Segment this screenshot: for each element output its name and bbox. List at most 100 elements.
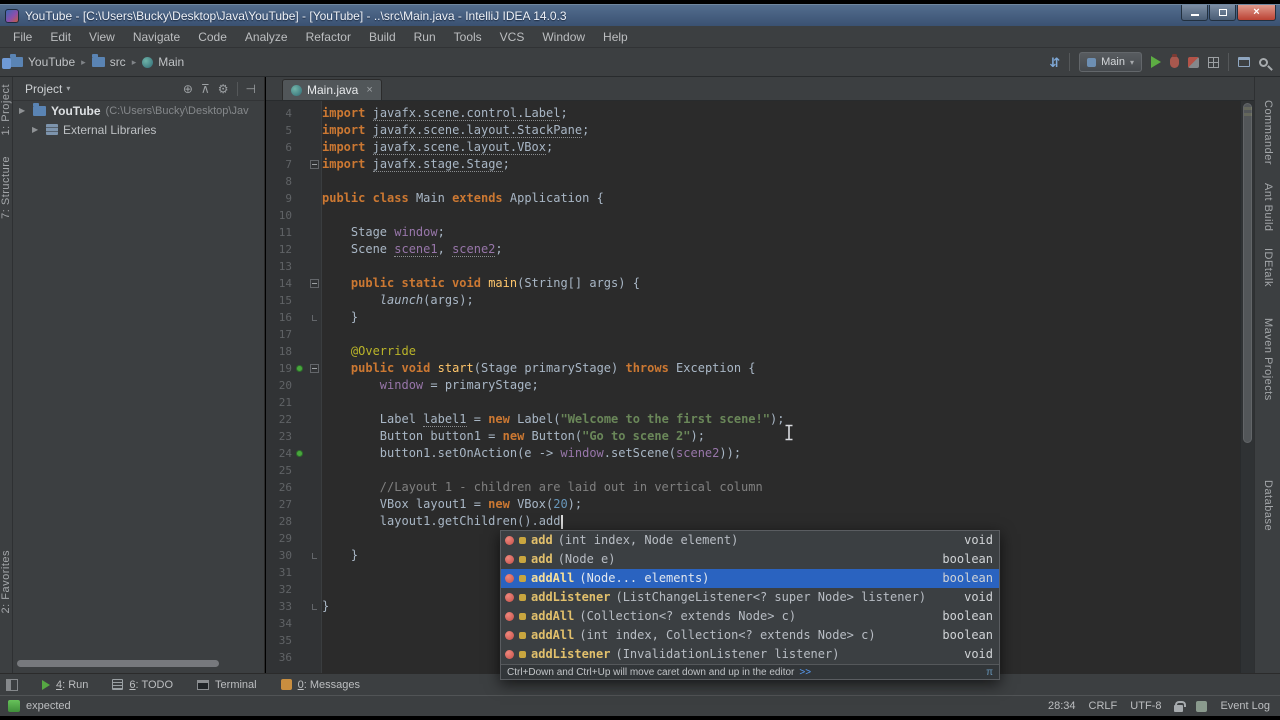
line-number[interactable]: 23: [266, 428, 292, 445]
code-line-20[interactable]: 20 window = primaryStage;: [266, 377, 1240, 394]
toolwindow-switcher-icon[interactable]: [6, 678, 18, 691]
tool-button-0-messages[interactable]: 0: Messages: [280, 679, 360, 691]
fold-area[interactable]: [306, 445, 322, 462]
fold-area[interactable]: [306, 258, 322, 275]
tree-item-external-libraries[interactable]: ▶ External Libraries: [13, 120, 264, 139]
fold-collapse-icon[interactable]: [309, 160, 319, 169]
gutter-icon-area[interactable]: [292, 258, 306, 275]
line-number[interactable]: 34: [266, 615, 292, 632]
gutter-icon-area[interactable]: [292, 649, 306, 666]
line-number[interactable]: 27: [266, 496, 292, 513]
fold-area[interactable]: [306, 649, 322, 666]
event-log-icon[interactable]: [1196, 700, 1208, 712]
fold-area[interactable]: [306, 547, 322, 564]
maximize-button[interactable]: [1209, 5, 1236, 21]
structure-icon[interactable]: [2, 58, 11, 69]
project-panel-title[interactable]: Project: [25, 82, 62, 96]
completion-item-addall-5[interactable]: addAll (int index, Collection<? extends N…: [501, 626, 999, 645]
gutter-icon-area[interactable]: [292, 394, 306, 411]
fold-collapse-icon[interactable]: [309, 364, 319, 373]
completion-item-addall-4[interactable]: addAll (Collection<? extends Node> c) bool…: [501, 607, 999, 626]
line-number[interactable]: 26: [266, 479, 292, 496]
fold-area[interactable]: [306, 156, 322, 173]
gutter-icon-area[interactable]: [292, 581, 306, 598]
line-number[interactable]: 21: [266, 394, 292, 411]
gutter-icon-area[interactable]: [292, 564, 306, 581]
horizontal-scrollbar[interactable]: [17, 660, 219, 667]
run-marker-icon[interactable]: [295, 450, 303, 457]
gutter-icon-area[interactable]: [292, 241, 306, 258]
chevron-right-icon[interactable]: ▶: [19, 106, 28, 115]
chevron-right-icon[interactable]: ▶: [32, 125, 41, 134]
run-button[interactable]: [1151, 56, 1161, 68]
gutter-icon-area[interactable]: [292, 139, 306, 156]
breadcrumb-item-main[interactable]: Main: [142, 55, 184, 69]
debug-button[interactable]: [1170, 54, 1179, 68]
code-line-7[interactable]: 7 import javafx.stage.Stage;: [266, 156, 1240, 173]
line-number[interactable]: 22: [266, 411, 292, 428]
menu-edit[interactable]: Edit: [41, 26, 80, 48]
code-line-6[interactable]: 6 import javafx.scene.layout.VBox;: [266, 139, 1240, 156]
fold-area[interactable]: [306, 428, 322, 445]
line-number[interactable]: 18: [266, 343, 292, 360]
tool-button-ant-build[interactable]: Ant Build: [1262, 183, 1274, 232]
line-number[interactable]: 33: [266, 598, 292, 615]
fold-area[interactable]: [306, 326, 322, 343]
menu-code[interactable]: Code: [189, 26, 236, 48]
menu-file[interactable]: File: [4, 26, 41, 48]
line-number[interactable]: 16: [266, 309, 292, 326]
line-number[interactable]: 7: [266, 156, 292, 173]
line-number[interactable]: 24: [266, 445, 292, 462]
line-number[interactable]: 10: [266, 207, 292, 224]
gutter-icon-area[interactable]: [292, 122, 306, 139]
fold-collapse-icon[interactable]: [309, 279, 319, 288]
tool-button-6-todo[interactable]: 6: TODO: [112, 679, 173, 691]
fold-area[interactable]: [306, 241, 322, 258]
code-line-8[interactable]: 8: [266, 173, 1240, 190]
code-line-14[interactable]: 14 public static void main(String[] args…: [266, 275, 1240, 292]
line-number[interactable]: 35: [266, 632, 292, 649]
line-number[interactable]: 31: [266, 564, 292, 581]
menu-help[interactable]: Help: [594, 26, 637, 48]
menu-run[interactable]: Run: [405, 26, 445, 48]
line-number[interactable]: 32: [266, 581, 292, 598]
project-structure-button[interactable]: [1238, 57, 1250, 67]
gutter-icon-area[interactable]: [292, 309, 306, 326]
gutter-icon-area[interactable]: [292, 326, 306, 343]
line-number[interactable]: 4: [266, 105, 292, 122]
line-number[interactable]: 13: [266, 258, 292, 275]
code-line-19[interactable]: 19 public void start(Stage primaryStage)…: [266, 360, 1240, 377]
menu-refactor[interactable]: Refactor: [297, 26, 360, 48]
code-line-28[interactable]: 28 layout1.getChildren().add: [266, 513, 1240, 530]
menu-build[interactable]: Build: [360, 26, 405, 48]
fold-area[interactable]: [306, 581, 322, 598]
line-number[interactable]: 30: [266, 547, 292, 564]
code-line-5[interactable]: 5 import javafx.scene.layout.StackPane;: [266, 122, 1240, 139]
line-number[interactable]: 11: [266, 224, 292, 241]
tool-button-database[interactable]: Database: [1262, 480, 1274, 531]
completion-item-addall-2[interactable]: addAll (Node... elements) boolean: [501, 569, 999, 588]
line-number[interactable]: 14: [266, 275, 292, 292]
tree-item-youtube[interactable]: ▶ YouTube (C:\Users\Bucky\Desktop\Jav: [13, 101, 264, 120]
menu-vcs[interactable]: VCS: [491, 26, 534, 48]
code-line-26[interactable]: 26 //Layout 1 - children are laid out in…: [266, 479, 1240, 496]
gutter-icon-area[interactable]: [292, 547, 306, 564]
gutter-icon-area[interactable]: [292, 292, 306, 309]
code-line-11[interactable]: 11 Stage window;: [266, 224, 1240, 241]
fold-area[interactable]: [306, 564, 322, 581]
code-line-15[interactable]: 15 launch(args);: [266, 292, 1240, 309]
fold-area[interactable]: [306, 190, 322, 207]
code-line-22[interactable]: 22 Label label1 = new Label("Welcome to …: [266, 411, 1240, 428]
code-line-9[interactable]: 9 public class Main extends Application {: [266, 190, 1240, 207]
completion-item-add-0[interactable]: add (int index, Node element) void: [501, 531, 999, 550]
tool-button-terminal[interactable]: Terminal: [197, 679, 257, 691]
completion-item-add-1[interactable]: add (Node e) boolean: [501, 550, 999, 569]
app-components-button[interactable]: [1208, 56, 1219, 68]
fold-area[interactable]: [306, 173, 322, 190]
gutter-icon-area[interactable]: [292, 462, 306, 479]
hide-panel-icon[interactable]: ⊣: [246, 82, 256, 96]
fold-area[interactable]: [306, 224, 322, 241]
tool-button-2-favorites[interactable]: 2: Favorites: [0, 550, 13, 613]
gutter-icon-area[interactable]: [292, 632, 306, 649]
gutter-icon-area[interactable]: [292, 190, 306, 207]
